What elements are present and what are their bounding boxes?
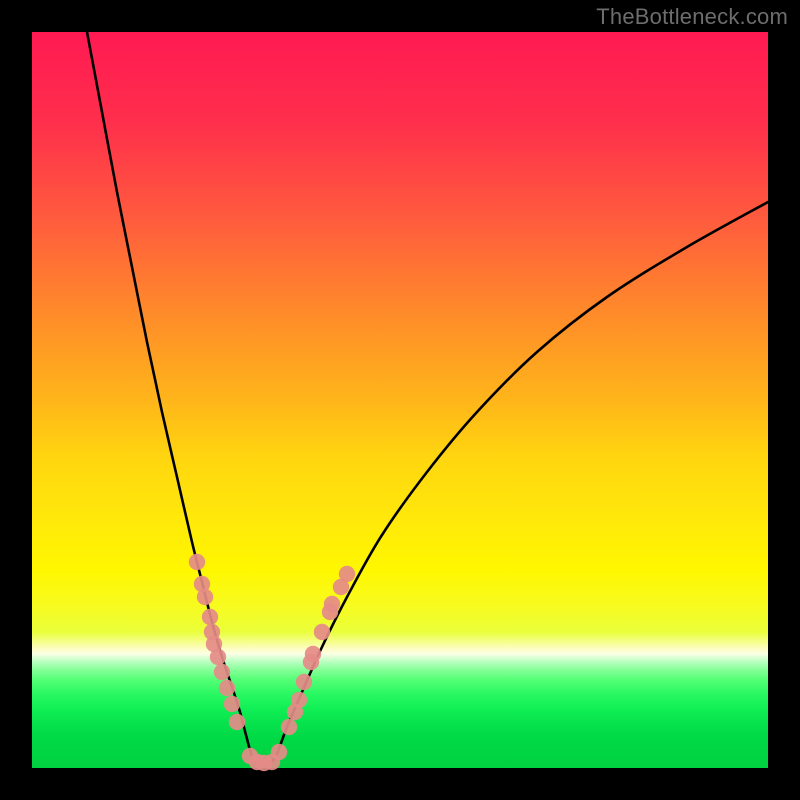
chart-frame: TheBottleneck.com [0, 0, 800, 800]
highlight-dot [224, 696, 240, 712]
highlight-dot [214, 664, 230, 680]
highlight-dot [296, 674, 312, 690]
highlight-dots [189, 554, 355, 771]
watermark-label: TheBottleneck.com [596, 4, 788, 30]
highlight-dot [281, 719, 297, 735]
highlight-dot [314, 624, 330, 640]
highlight-dot [291, 692, 307, 708]
highlight-dot [189, 554, 205, 570]
curve-svg [32, 32, 768, 768]
highlight-dot [339, 566, 355, 582]
highlight-dot [229, 714, 245, 730]
highlight-dot [271, 744, 287, 760]
highlight-dot [219, 680, 235, 696]
bottleneck-curve [87, 32, 768, 763]
highlight-dot [202, 609, 218, 625]
highlight-dot [210, 649, 226, 665]
highlight-dot [197, 589, 213, 605]
highlight-dot [305, 646, 321, 662]
plot-area [32, 32, 768, 768]
highlight-dot [324, 596, 340, 612]
bottleneck-curve-path [87, 32, 768, 763]
